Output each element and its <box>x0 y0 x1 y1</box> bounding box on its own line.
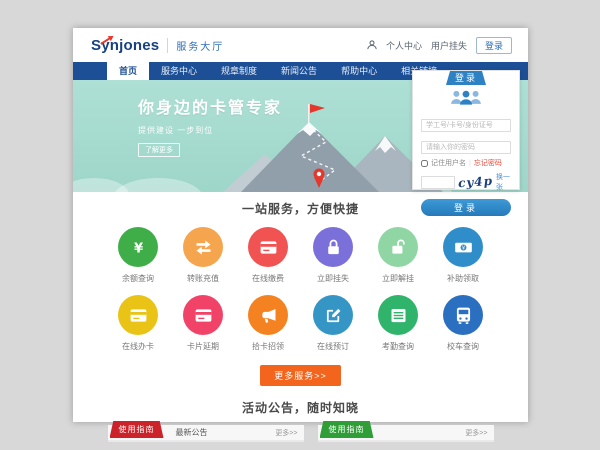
news-panel: 使用指南 最新公告 更多>> <box>108 425 304 442</box>
services-section: 一站服务，方便快捷 ¥余额查询转账充值在线缴费立即挂失立即解挂¥补助领取在线办卡… <box>73 192 528 386</box>
service-item[interactable]: 在线预订 <box>301 295 366 352</box>
service-label: 卡片延期 <box>171 341 236 352</box>
lock-icon[interactable] <box>313 227 353 267</box>
captcha-input[interactable] <box>421 176 455 189</box>
transfer-icon[interactable] <box>183 227 223 267</box>
nav-item-service-center[interactable]: 服务中心 <box>149 62 209 80</box>
login-panel: 登录 记住用户名 | 忘记密码 cy4p 换一张 登录 <box>412 70 520 190</box>
guide-ribbon-green[interactable]: 使用指南 <box>320 421 374 438</box>
link-user-report-loss[interactable]: 用户挂失 <box>431 39 467 52</box>
users-icon <box>421 89 511 110</box>
list-icon[interactable] <box>378 295 418 335</box>
service-label: 立即挂失 <box>301 273 366 284</box>
site-header: S y njones 服务大厅 个人中心 用户挂失 登录 <box>73 28 528 62</box>
service-label: 考勤查询 <box>366 341 431 352</box>
guide-panel: 使用指南 更多>> <box>318 425 494 442</box>
bus-icon[interactable] <box>443 295 483 335</box>
announcements-title: 活动公告，随时知晓 <box>73 399 528 416</box>
nav-item-news[interactable]: 新闻公告 <box>269 62 329 80</box>
card-icon[interactable] <box>183 295 223 335</box>
logo-text-suffix: njones <box>110 37 160 54</box>
portal-title: 服务大厅 <box>167 38 224 53</box>
password-input[interactable] <box>421 141 511 154</box>
cloud-shape <box>113 178 203 192</box>
announcement-panels: 使用指南 最新公告 更多>> 使用指南 更多>> <box>108 425 494 442</box>
service-label: 校车查询 <box>431 341 496 352</box>
service-label: 转账充值 <box>171 273 236 284</box>
service-item[interactable]: 立即挂失 <box>301 227 366 284</box>
service-item[interactable]: 卡片延期 <box>171 295 236 352</box>
service-item[interactable]: 拾卡招领 <box>236 295 301 352</box>
service-item[interactable]: 校车查询 <box>431 295 496 352</box>
service-item[interactable]: 在线缴费 <box>236 227 301 284</box>
link-personal-center[interactable]: 个人中心 <box>386 39 422 52</box>
logo-text-prefix: S <box>91 37 101 54</box>
unlock-icon[interactable] <box>378 227 418 267</box>
yen-icon[interactable]: ¥ <box>118 227 158 267</box>
service-label: 补助领取 <box>431 273 496 284</box>
logo[interactable]: S y njones <box>91 37 159 54</box>
news-more-link[interactable]: 更多>> <box>275 428 297 438</box>
login-submit-button[interactable]: 登录 <box>421 199 511 216</box>
page: S y njones 服务大厅 个人中心 用户挂失 登录 首页 服务中心 规章制… <box>73 28 528 422</box>
svg-text:¥: ¥ <box>133 241 142 256</box>
nav-item-rules[interactable]: 规章制度 <box>209 62 269 80</box>
username-input[interactable] <box>421 119 511 132</box>
card-icon[interactable] <box>118 295 158 335</box>
hero-title: 你身边的卡管专家 <box>138 94 282 118</box>
service-item[interactable]: 在线办卡 <box>106 295 171 352</box>
guide-more-link[interactable]: 更多>> <box>465 428 487 438</box>
guide-panel-tabbar: 使用指南 更多>> <box>318 425 494 442</box>
user-icon <box>367 40 377 50</box>
nav-item-help[interactable]: 帮助中心 <box>329 62 389 80</box>
remember-checkbox[interactable] <box>421 160 428 167</box>
captcha-refresh-link[interactable]: 换一张 <box>496 172 511 192</box>
separator: | <box>469 160 471 167</box>
service-label: 在线缴费 <box>236 273 301 284</box>
card-icon[interactable] <box>248 227 288 267</box>
hero-more-button[interactable]: 了解更多 <box>138 143 180 157</box>
megaphone-icon[interactable] <box>248 295 288 335</box>
edit-icon[interactable] <box>313 295 353 335</box>
service-label: 在线办卡 <box>106 341 171 352</box>
service-item[interactable]: 考勤查询 <box>366 295 431 352</box>
banknote-icon[interactable]: ¥ <box>443 227 483 267</box>
service-item[interactable]: ¥ 余额查询 <box>106 227 171 284</box>
guide-ribbon-red[interactable]: 使用指南 <box>110 421 164 438</box>
service-label: 余额查询 <box>106 273 171 284</box>
news-panel-tabbar: 使用指南 最新公告 更多>> <box>108 425 304 442</box>
svg-text:¥: ¥ <box>461 245 465 251</box>
service-label: 在线预订 <box>301 341 366 352</box>
service-label: 拾卡招领 <box>236 341 301 352</box>
logo-letter-y: y <box>101 37 110 54</box>
service-item[interactable]: 立即解挂 <box>366 227 431 284</box>
header-links: 个人中心 用户挂失 登录 <box>367 37 512 54</box>
service-label: 立即解挂 <box>366 273 431 284</box>
latest-news-tab[interactable]: 最新公告 <box>176 427 208 438</box>
service-item[interactable]: ¥ 补助领取 <box>431 227 496 284</box>
remember-label: 记住用户名 <box>431 158 466 168</box>
header-login-button[interactable]: 登录 <box>476 37 512 54</box>
services-grid: ¥ 余额查询转账充值在线缴费立即挂失立即解挂 ¥ 补助领取在线办卡卡片延期拾卡招领在线… <box>106 227 496 352</box>
forgot-password-link[interactable]: 忘记密码 <box>474 158 502 168</box>
service-item[interactable]: 转账充值 <box>171 227 236 284</box>
hero-subtitle: 提供建设 一步到位 <box>138 125 282 136</box>
login-tab[interactable]: 登录 <box>446 71 486 85</box>
nav-item-home[interactable]: 首页 <box>107 62 149 80</box>
more-services-button[interactable]: 更多服务>> <box>260 365 341 386</box>
captcha-image[interactable]: cy4p <box>458 174 494 190</box>
